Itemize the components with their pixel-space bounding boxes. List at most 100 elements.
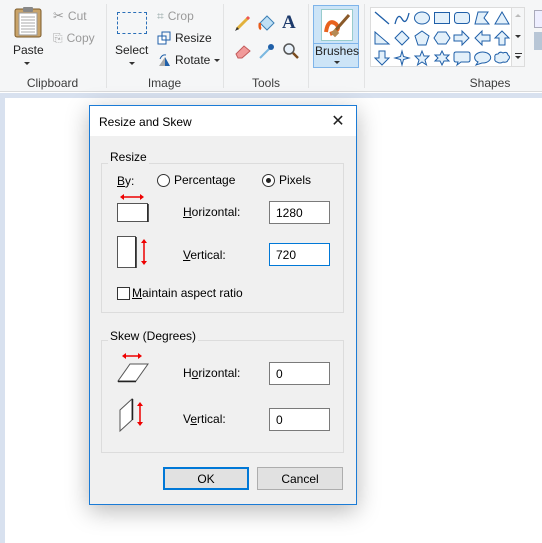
- percentage-label: Percentage: [174, 173, 236, 187]
- shape-oval-callout[interactable]: [474, 51, 492, 66]
- chevron-down-icon: [214, 58, 221, 62]
- shape-six-point-star[interactable]: [433, 49, 451, 67]
- brush-icon: [321, 9, 353, 41]
- shapes-gallery-scroll: [512, 7, 525, 67]
- resize-vertical-input[interactable]: [269, 243, 330, 266]
- by-label: By:: [117, 174, 135, 188]
- scissors-icon: ✂: [53, 8, 64, 23]
- shape-left-arrow[interactable]: [474, 29, 491, 47]
- image-group-label: Image: [147, 76, 182, 90]
- magnifier-icon: [283, 43, 299, 59]
- rotate-icon: [159, 54, 170, 66]
- paste-label: Paste: [13, 43, 44, 57]
- scroll-down-icon[interactable]: [515, 35, 521, 38]
- shape-pentagon[interactable]: [414, 30, 430, 46]
- dialog-title: Resize and Skew: [99, 115, 192, 129]
- fill-tool[interactable]: [258, 14, 278, 34]
- shape-five-point-star[interactable]: [413, 49, 431, 67]
- shape-right-triangle[interactable]: [374, 30, 391, 45]
- cut-button[interactable]: ✂ Cut: [53, 6, 87, 26]
- expand-gallery-icon[interactable]: [515, 53, 522, 54]
- percentage-radio[interactable]: Percentage: [157, 173, 235, 187]
- resize-horizontal-icon: [117, 194, 149, 222]
- shape-rounded-callout[interactable]: [453, 51, 471, 67]
- paste-button[interactable]: Paste: [8, 4, 48, 68]
- shape-cloud-callout[interactable]: [494, 51, 510, 64]
- copy-button[interactable]: ⎘ Copy: [53, 28, 95, 48]
- resize-legend: Resize: [108, 150, 149, 164]
- cut-label: Cut: [67, 9, 87, 23]
- chevron-down-icon: [24, 62, 30, 65]
- skew-horizontal-input[interactable]: [269, 362, 330, 385]
- select-label: Select: [115, 43, 149, 57]
- shape-oval[interactable]: [414, 11, 430, 25]
- fill-bucket-icon: [258, 15, 275, 31]
- rotate-label: Rotate: [175, 53, 211, 67]
- shapes-group: Shapes: [365, 0, 542, 92]
- skew-vertical-input[interactable]: [269, 408, 330, 431]
- tools-group-label: Tools: [251, 76, 280, 90]
- shape-four-point-star[interactable]: [393, 49, 411, 67]
- pixels-radio[interactable]: Pixels: [262, 173, 311, 187]
- resize-vertical-label: Vertical:: [183, 248, 226, 262]
- eraser-icon: [235, 45, 251, 59]
- copy-label: Copy: [66, 31, 95, 45]
- shape-diamond[interactable]: [394, 30, 410, 46]
- maintain-aspect-checkbox[interactable]: Maintain aspect ratio: [117, 286, 243, 300]
- clipboard-group-label: Clipboard: [26, 76, 79, 90]
- resize-horizontal-label: Horizontal:: [183, 205, 241, 219]
- text-tool[interactable]: A: [282, 12, 302, 34]
- pixels-label: Pixels: [279, 173, 312, 187]
- resize-horizontal-input[interactable]: [269, 201, 330, 224]
- outline-icon[interactable]: [534, 10, 542, 28]
- shape-hexagon[interactable]: [433, 31, 451, 45]
- skew-vertical-label: Vertical:: [183, 412, 226, 426]
- skew-horizontal-icon: [117, 353, 149, 383]
- shape-right-arrow[interactable]: [453, 29, 470, 47]
- shape-triangle[interactable]: [494, 11, 510, 25]
- shape-rectangle[interactable]: [434, 12, 450, 24]
- shape-polygon[interactable]: [474, 11, 491, 25]
- ribbon: Paste ✂ Cut ⎘ Copy Clipboard Select ⌗ Cr…: [0, 0, 542, 92]
- crop-label: Crop: [167, 9, 194, 23]
- resize-skew-dialog: Resize and Skew ✕ Resize By: Percentage …: [89, 105, 357, 505]
- resize-button[interactable]: Resize: [157, 28, 212, 48]
- text-icon: A: [282, 12, 296, 33]
- pencil-icon: [235, 15, 251, 31]
- maintain-aspect-label: Maintain aspect ratio: [132, 286, 243, 300]
- cancel-button[interactable]: Cancel: [257, 467, 343, 490]
- skew-legend: Skew (Degrees): [108, 329, 199, 343]
- checkbox-box: [117, 286, 130, 300]
- close-icon: ✕: [331, 113, 345, 130]
- crop-button[interactable]: ⌗ Crop: [157, 6, 194, 26]
- skew-vertical-icon: [119, 398, 143, 433]
- shape-curve[interactable]: [394, 12, 410, 25]
- clipboard-group: Paste ✂ Cut ⎘ Copy Clipboard: [0, 0, 105, 92]
- chevron-down-icon: [129, 62, 135, 65]
- select-button[interactable]: Select: [111, 4, 151, 68]
- magnifier-tool[interactable]: [282, 42, 302, 62]
- brushes-button[interactable]: Brushes: [313, 5, 359, 68]
- shape-down-arrow[interactable]: [373, 50, 391, 66]
- radio-circle: [157, 173, 170, 187]
- skew-horizontal-label: Horizontal:: [183, 366, 241, 380]
- shape-rounded-rectangle[interactable]: [454, 12, 470, 24]
- shape-up-arrow[interactable]: [493, 30, 511, 46]
- close-button[interactable]: ✕: [328, 111, 348, 131]
- shape-line[interactable]: [374, 11, 390, 25]
- eraser-tool[interactable]: [234, 42, 254, 62]
- pencil-tool[interactable]: [234, 14, 254, 34]
- radio-circle-selected: [262, 173, 275, 187]
- scroll-up-icon[interactable]: [515, 14, 521, 17]
- fill-icon[interactable]: [534, 32, 542, 50]
- crop-icon: ⌗: [157, 8, 164, 23]
- color-picker-tool[interactable]: [258, 42, 278, 62]
- eyedropper-icon: [259, 44, 274, 59]
- ok-button[interactable]: OK: [163, 467, 249, 490]
- rotate-button[interactable]: Rotate: [157, 50, 221, 70]
- image-group: Select ⌗ Crop Resize Rotate Image: [107, 0, 222, 92]
- dialog-titlebar: Resize and Skew ✕: [90, 106, 356, 136]
- tools-group: A Tools: [224, 0, 308, 92]
- divider: [308, 4, 309, 88]
- resize-label: Resize: [175, 31, 212, 45]
